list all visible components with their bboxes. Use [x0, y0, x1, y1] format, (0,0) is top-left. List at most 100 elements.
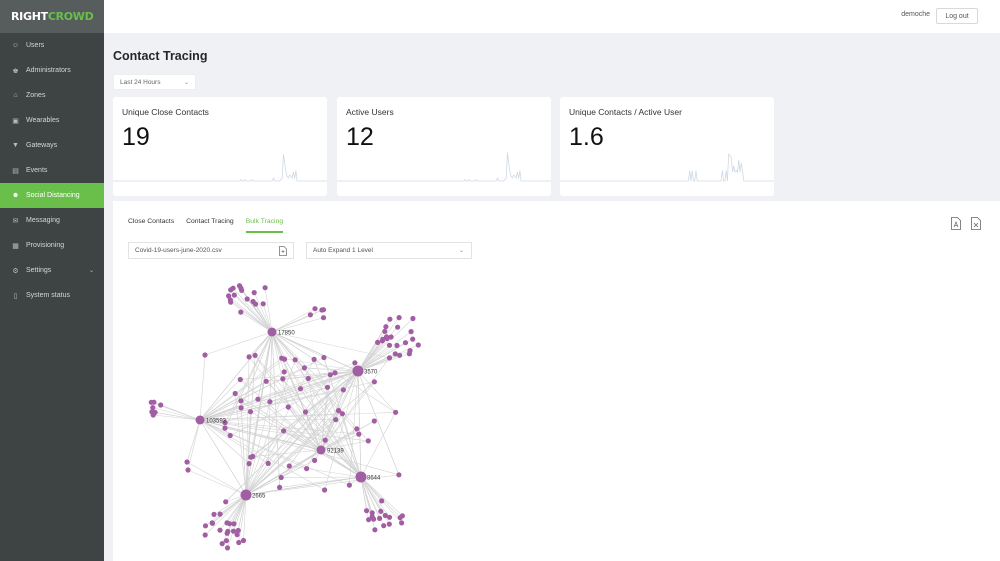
graph-hub-node[interactable]: [352, 365, 364, 377]
graph-node[interactable]: [247, 409, 254, 415]
graph-node[interactable]: [246, 461, 252, 467]
graph-node[interactable]: [383, 324, 389, 330]
graph-node[interactable]: [224, 545, 231, 551]
graph-node[interactable]: [248, 454, 254, 460]
graph-node[interactable]: [286, 463, 292, 469]
graph-node[interactable]: [217, 511, 223, 517]
graph-node[interactable]: [263, 378, 269, 384]
graph-node[interactable]: [320, 315, 327, 321]
graph-node[interactable]: [228, 299, 234, 305]
graph-node[interactable]: [312, 306, 318, 312]
graph-node[interactable]: [238, 405, 244, 411]
graph-hub-node[interactable]: [240, 489, 252, 501]
graph-node[interactable]: [158, 402, 164, 408]
graph-node[interactable]: [238, 309, 244, 315]
graph-node[interactable]: [234, 532, 240, 538]
graph-node[interactable]: [251, 290, 257, 296]
graph-hub-node[interactable]: [267, 327, 277, 337]
graph-node[interactable]: [407, 348, 413, 354]
graph-node[interactable]: [388, 334, 394, 340]
graph-node[interactable]: [185, 467, 191, 473]
graph-node[interactable]: [301, 365, 307, 371]
graph-node[interactable]: [223, 499, 229, 505]
graph-node[interactable]: [408, 329, 414, 335]
graph-node[interactable]: [386, 355, 393, 361]
graph-node[interactable]: [366, 517, 372, 523]
graph-node[interactable]: [302, 409, 309, 415]
graph-node[interactable]: [311, 356, 317, 362]
graph-node[interactable]: [369, 510, 375, 516]
graph-node[interactable]: [281, 369, 287, 375]
graph-node[interactable]: [211, 511, 217, 517]
graph-node[interactable]: [307, 312, 313, 318]
graph-node[interactable]: [262, 285, 268, 291]
graph-node[interactable]: [222, 425, 228, 431]
graph-node[interactable]: [246, 354, 252, 360]
graph-node[interactable]: [319, 307, 325, 313]
graph-node[interactable]: [285, 404, 291, 410]
graph-node[interactable]: [371, 379, 377, 385]
graph-node[interactable]: [225, 528, 231, 535]
graph-node[interactable]: [352, 360, 358, 366]
graph-node[interactable]: [277, 484, 283, 490]
graph-node[interactable]: [252, 352, 258, 358]
graph-node[interactable]: [346, 482, 352, 488]
graph-node[interactable]: [304, 466, 310, 472]
graph-node[interactable]: [232, 390, 238, 397]
graph-node[interactable]: [265, 460, 271, 466]
graph-node[interactable]: [381, 523, 387, 529]
graph-node[interactable]: [184, 459, 190, 465]
graph-node[interactable]: [377, 515, 383, 522]
graph-node[interactable]: [236, 539, 242, 546]
graph-node[interactable]: [202, 523, 209, 529]
graph-node[interactable]: [227, 432, 233, 439]
graph-node[interactable]: [223, 538, 230, 544]
graph-node[interactable]: [209, 520, 215, 526]
graph-node[interactable]: [260, 301, 266, 307]
graph-node[interactable]: [371, 516, 377, 522]
graph-node[interactable]: [386, 514, 393, 520]
graph-node[interactable]: [150, 412, 156, 418]
graph-node[interactable]: [322, 487, 328, 493]
graph-node[interactable]: [224, 520, 230, 526]
graph-node[interactable]: [393, 409, 399, 415]
graph-node[interactable]: [217, 527, 223, 533]
graph-node[interactable]: [322, 437, 328, 443]
graph-node[interactable]: [371, 418, 377, 424]
graph-node[interactable]: [305, 375, 311, 382]
graph-node[interactable]: [378, 508, 384, 514]
graph-node[interactable]: [202, 532, 208, 538]
graph-node[interactable]: [278, 474, 284, 481]
graph-node[interactable]: [150, 405, 156, 411]
graph-node[interactable]: [386, 521, 392, 527]
graph-node[interactable]: [280, 376, 286, 382]
graph-node[interactable]: [379, 498, 385, 504]
contact-network-graph[interactable]: 17850 3570 103593 92139 8644 2665: [0, 0, 1000, 561]
graph-node[interactable]: [219, 541, 225, 547]
graph-node[interactable]: [240, 537, 247, 544]
graph-node[interactable]: [394, 342, 400, 349]
graph-node[interactable]: [340, 387, 346, 393]
graph-hub-node[interactable]: [195, 415, 205, 425]
graph-node[interactable]: [312, 457, 318, 463]
graph-node[interactable]: [415, 342, 421, 348]
graph-node[interactable]: [380, 336, 386, 342]
graph-node[interactable]: [382, 328, 388, 334]
graph-node[interactable]: [402, 340, 409, 346]
graph-node[interactable]: [372, 527, 378, 533]
graph-node[interactable]: [255, 396, 261, 402]
graph-node[interactable]: [281, 356, 288, 362]
graph-node[interactable]: [410, 315, 416, 322]
graph-node[interactable]: [392, 351, 398, 357]
graph-node[interactable]: [397, 515, 403, 521]
graph-node[interactable]: [202, 352, 208, 358]
graph-node[interactable]: [231, 292, 237, 298]
graph-node[interactable]: [365, 438, 371, 444]
graph-node[interactable]: [333, 417, 339, 423]
graph-node[interactable]: [356, 431, 362, 437]
graph-node[interactable]: [387, 316, 393, 322]
graph-node[interactable]: [236, 283, 243, 289]
graph-node[interactable]: [237, 376, 243, 383]
graph-node[interactable]: [364, 508, 370, 514]
graph-node[interactable]: [238, 398, 244, 404]
